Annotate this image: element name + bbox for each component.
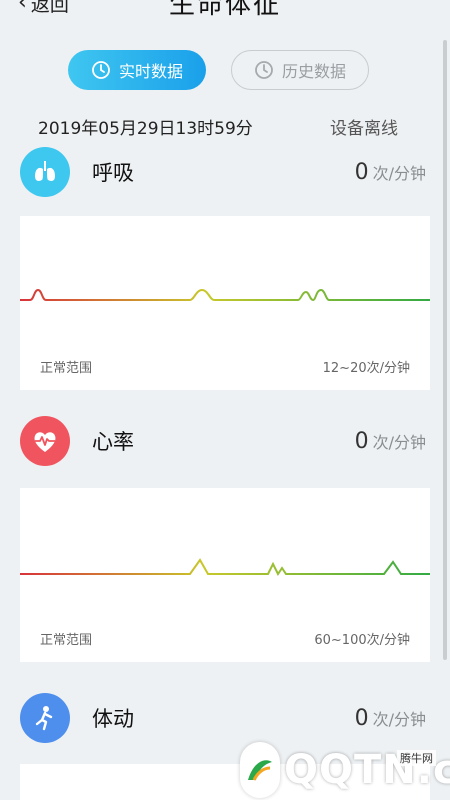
person-running-icon bbox=[20, 693, 70, 743]
device-status: 设备离线 bbox=[330, 119, 398, 139]
tab-history-label: 历史数据 bbox=[281, 62, 346, 81]
tab-realtime-label: 实时数据 bbox=[118, 62, 183, 81]
body-movement-label: 体动 bbox=[92, 707, 134, 731]
heart-rate-chart: 正常范围 60~100次/分钟 bbox=[20, 488, 430, 662]
range-value: 60~100次/分钟 bbox=[314, 633, 410, 648]
range-label: 正常范围 bbox=[40, 633, 93, 648]
heart-rate-label: 心率 bbox=[92, 430, 134, 454]
heart-pulse-icon bbox=[20, 416, 70, 466]
page-title: 生命体征 bbox=[168, 0, 281, 20]
heart-rate-header: 心率 0 次/分钟 bbox=[20, 415, 426, 467]
timestamp: 2019年05月29日13时59分 bbox=[38, 119, 253, 139]
vital-signs-screen: ‹ 返回 生命体征 实时数据 历史数据 2019年05月29日13时59分 设备… bbox=[0, 0, 450, 800]
watermark-logo bbox=[240, 742, 280, 798]
watermark: QQTN.com 腾牛网 bbox=[240, 740, 450, 800]
clock-icon bbox=[255, 61, 273, 79]
heart-rate-value: 0 bbox=[354, 428, 369, 454]
respiration-unit: 次/分钟 bbox=[372, 164, 426, 183]
clock-icon bbox=[92, 61, 110, 79]
respiration-header: 呼吸 0 次/分钟 bbox=[20, 146, 426, 198]
respiration-value: 0 bbox=[354, 159, 369, 185]
status-line: 2019年05月29日13时59分 设备离线 bbox=[38, 114, 398, 139]
body-movement-unit: 次/分钟 bbox=[372, 710, 426, 729]
respiration-label: 呼吸 bbox=[92, 161, 134, 185]
body-movement-value: 0 bbox=[354, 705, 369, 731]
respiration-chart: 正常范围 12~20次/分钟 bbox=[20, 216, 430, 390]
respiration-range: 正常范围 12~20次/分钟 bbox=[40, 357, 410, 376]
header: ‹ 返回 生命体征 bbox=[0, 0, 450, 32]
heart-rate-unit: 次/分钟 bbox=[372, 433, 426, 452]
watermark-small-text: 腾牛网 bbox=[397, 750, 436, 766]
tab-history[interactable]: 历史数据 bbox=[231, 50, 369, 90]
lungs-icon bbox=[20, 147, 70, 197]
range-label: 正常范围 bbox=[40, 361, 93, 376]
heart-rate-range: 正常范围 60~100次/分钟 bbox=[40, 629, 410, 648]
scrollbar[interactable] bbox=[443, 40, 447, 660]
range-value: 12~20次/分钟 bbox=[322, 361, 410, 376]
tab-realtime[interactable]: 实时数据 bbox=[68, 50, 206, 90]
body-movement-header: 体动 0 次/分钟 bbox=[20, 692, 426, 744]
tab-bar: 实时数据 历史数据 bbox=[0, 50, 450, 92]
